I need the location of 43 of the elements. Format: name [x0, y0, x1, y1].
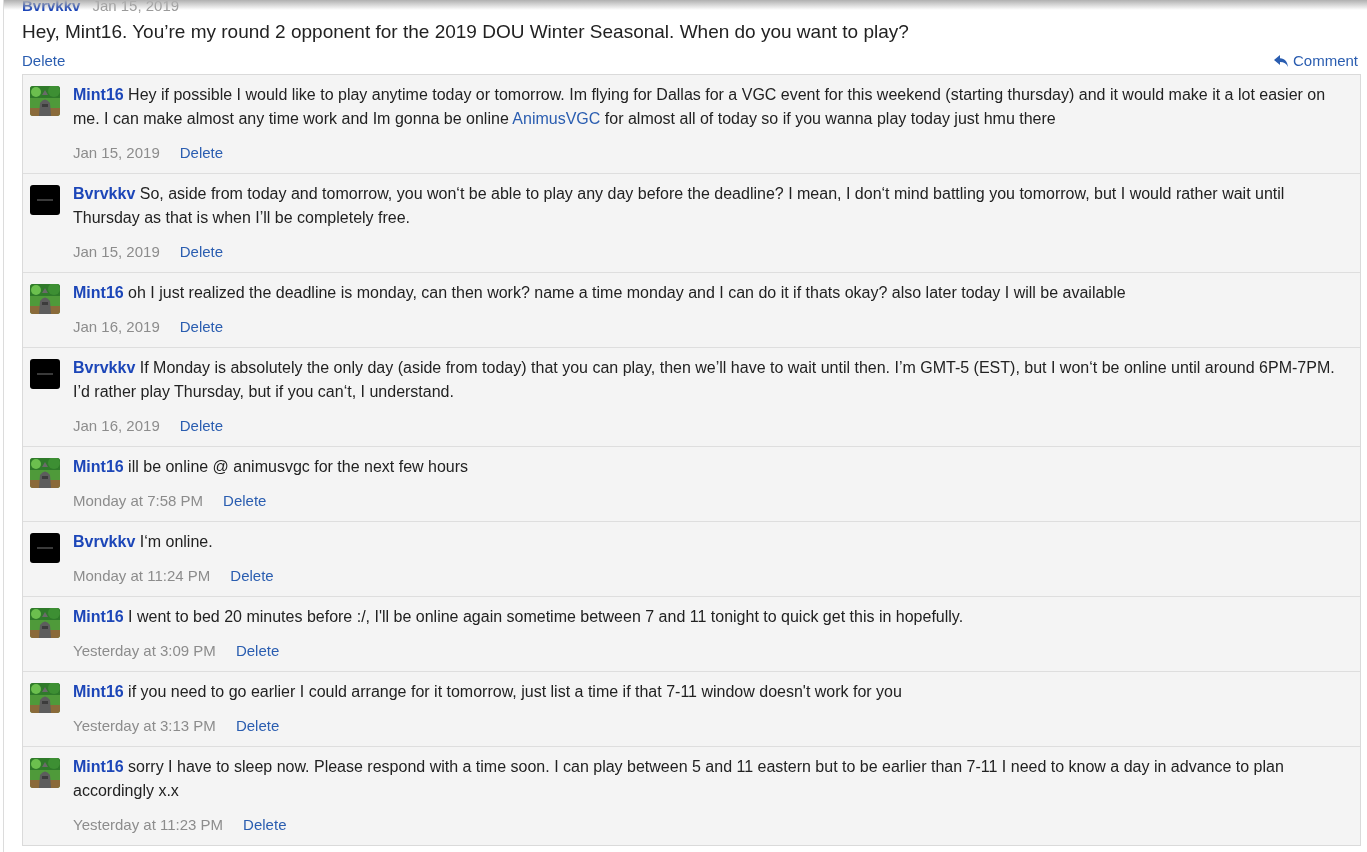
comment-text: Mint16 ill be online @ animusvgc for the next few hours — [73, 457, 470, 477]
delete-link[interactable]: Delete — [179, 317, 224, 337]
comment-text: Bvrvkkv If Monday is absolutely the only day (aside from today) that you can play, then we’ll have to wait until then. I’m GMT-5 (EST), but I won‘t be online until around 6PM-7PM. I’d rather play Thursday, but if you can‘t, I understand. — [73, 358, 1336, 402]
comment-date: Jan 15, 2019 — [73, 242, 160, 262]
comment-text: Mint16 if you need to go earlier I could arrange for it tomorrow, just list a time if that 7-11 window doesn't work for you — [73, 682, 903, 702]
message-text: Hey, Mint16. You’re my round 2 opponent for the 2019 DOU Winter Seasonal. When do you want to play? — [22, 20, 910, 44]
delete-link[interactable]: Delete — [235, 716, 280, 736]
author-link[interactable]: Mint16 — [73, 86, 124, 103]
comment-text: Mint16 I went to bed 20 minutes before :/, I'll be online again sometime between 7 and 11 tonight to quick get this in hopefully. — [73, 607, 965, 627]
author-link[interactable]: Mint16 — [73, 758, 124, 775]
author-link[interactable]: Bvrvkkv — [73, 185, 136, 202]
delete-link[interactable]: Delete — [235, 641, 280, 661]
delete-link[interactable]: Delete — [179, 416, 224, 436]
author-link[interactable]: Mint16 — [73, 683, 124, 700]
comment-date: Monday at 7:58 PM — [73, 491, 204, 511]
comment-text: Bvrvkkv I‘m online. — [73, 532, 214, 552]
comment-date: Yesterday at 3:13 PM — [73, 716, 216, 736]
author-link[interactable]: Bvrvkkv — [73, 533, 136, 550]
author-link[interactable]: Mint16 — [73, 284, 124, 301]
delete-link[interactable]: Delete — [230, 566, 274, 586]
comment-text: Mint16 oh I just realized the deadline is monday, can then work? name a time monday and I can do it if thats okay? also later today I will be available — [73, 283, 1127, 303]
delete-link[interactable]: Delete — [179, 242, 224, 262]
mention-link[interactable]: AnimusVGC — [512, 110, 601, 127]
author-link[interactable]: Bvrvkkv — [73, 359, 136, 376]
delete-link[interactable]: Delete — [22, 49, 66, 73]
comment-date: Yesterday at 11:23 PM — [73, 815, 224, 835]
author-link[interactable]: Mint16 — [73, 458, 124, 475]
comment-text: Mint16 Hey if possible I would like to play anytime today or tomorrow. Im flying for Dallas for a VGC event for this weekend (starting thursday) and it would make it a lot easier on me. I can make almost any time work and Im gonna be online AnimusVGC for almost all of today so if you wanna play today just hmu there — [73, 85, 1327, 129]
comment-text: Mint16 sorry I have to sleep now. Please respond with a time soon. I can play between 5 and 11 eastern but to be earlier than 7-11 I need to know a day in advance to plan accordingly x.x — [73, 757, 1285, 801]
author-link[interactable]: Mint16 — [73, 608, 124, 625]
delete-link[interactable]: Delete — [223, 491, 267, 511]
comment-date: Monday at 11:24 PM — [73, 566, 211, 586]
delete-link[interactable]: Delete — [179, 143, 224, 163]
comment-date: Jan 16, 2019 — [73, 416, 160, 436]
comment-text: Bvrvkkv So, aside from today and tomorrow, you won‘t be able to play any day before the deadline? I mean, I don‘t mind battling you tomorrow, but I would rather wait until Thursday as that is when I’ll be completely free. — [73, 184, 1286, 228]
reply-icon — [1273, 54, 1289, 68]
post-author[interactable]: Bvrvkkv — [22, 0, 81, 12]
comment-link[interactable]: Comment — [1273, 49, 1358, 73]
delete-link[interactable]: Delete — [243, 815, 287, 835]
comment-date: Jan 16, 2019 — [73, 317, 160, 337]
comment-date: Jan 15, 2019 — [73, 143, 160, 163]
post-date: Jan 15, 2019 — [92, 0, 180, 12]
comment-date: Yesterday at 3:09 PM — [73, 641, 216, 661]
